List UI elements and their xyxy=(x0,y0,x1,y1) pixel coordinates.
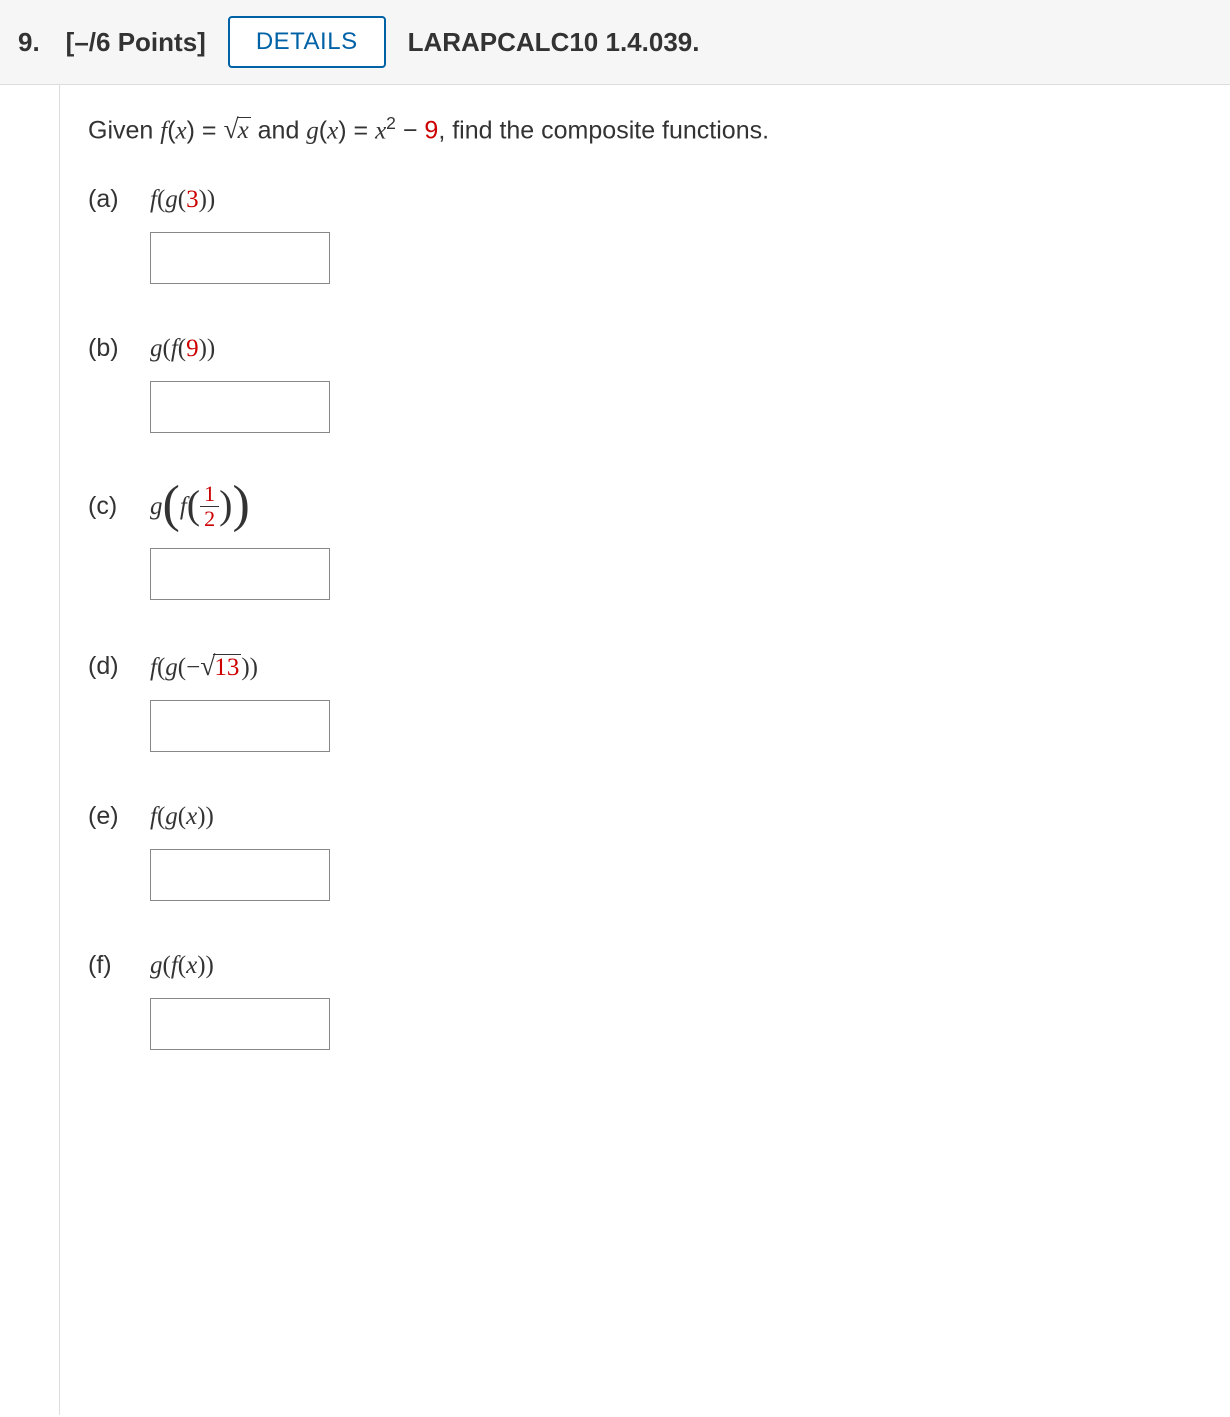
part-b-expression: g(f(9)) xyxy=(150,335,215,363)
part-b: (b) g(f(9)) xyxy=(88,334,769,433)
answer-input-c[interactable] xyxy=(150,548,330,600)
text-eq1: ) = xyxy=(187,116,224,144)
part-d: (d) f(g(−√13)) xyxy=(88,650,769,752)
text-tail: , find the composite functions. xyxy=(438,116,769,144)
answer-input-a[interactable] xyxy=(150,232,330,284)
question-source: LARAPCALC10 1.4.039. xyxy=(408,27,700,58)
answer-input-d[interactable] xyxy=(150,700,330,752)
question-content: Given f(x) = √x and g(x) = x2 − 9, find … xyxy=(60,85,797,1415)
var-x: x xyxy=(176,117,187,144)
part-f-label: (f) xyxy=(88,951,132,980)
question-header: 9. [–/6 Points] DETAILS LARAPCALC10 1.4.… xyxy=(0,0,1230,85)
sqrt-x: √x xyxy=(223,113,250,145)
var-x3: x xyxy=(375,117,386,144)
part-a-label: (a) xyxy=(88,185,132,214)
part-e-label: (e) xyxy=(88,802,132,831)
part-c: (c) g(f(12)) xyxy=(88,483,769,600)
const-nine: 9 xyxy=(424,116,438,144)
part-b-label: (b) xyxy=(88,334,132,363)
text-eq2: ) = xyxy=(338,116,375,144)
part-c-label: (c) xyxy=(88,492,132,521)
question-prompt: Given f(x) = √x and g(x) = x2 − 9, find … xyxy=(88,113,769,145)
question-number-points: 9. [–/6 Points] xyxy=(18,27,206,58)
var-g: g xyxy=(306,117,319,144)
text-minus: − xyxy=(396,116,425,144)
details-button[interactable]: DETAILS xyxy=(228,16,386,68)
part-e-expression: f(g(x)) xyxy=(150,803,214,831)
part-f: (f) g(f(x)) xyxy=(88,951,769,1050)
answer-input-b[interactable] xyxy=(150,381,330,433)
left-gutter xyxy=(0,85,60,1415)
var-f: f xyxy=(160,117,167,144)
part-c-expression: g(f(12)) xyxy=(150,483,250,530)
answer-input-e[interactable] xyxy=(150,849,330,901)
part-d-expression: f(g(−√13)) xyxy=(150,650,258,682)
part-a-expression: f(g(3)) xyxy=(150,186,215,214)
var-x2: x xyxy=(327,117,338,144)
part-e: (e) f(g(x)) xyxy=(88,802,769,901)
part-a: (a) f(g(3)) xyxy=(88,185,769,284)
part-d-label: (d) xyxy=(88,652,132,681)
part-f-expression: g(f(x)) xyxy=(150,952,214,980)
text-and: and xyxy=(251,116,307,144)
text-given: Given xyxy=(88,116,160,144)
answer-input-f[interactable] xyxy=(150,998,330,1050)
